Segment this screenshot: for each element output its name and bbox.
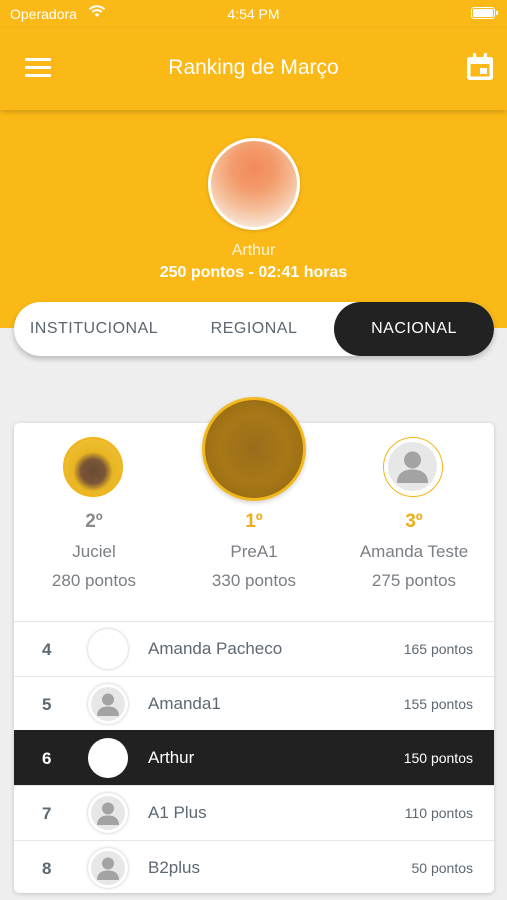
tab-regional[interactable]: REGIONAL [174, 302, 334, 356]
podium-second[interactable]: 2º Juciel 280 pontos [14, 423, 174, 621]
rank-points: 150 pontos [403, 750, 473, 767]
podium-name: Amanda Teste [359, 542, 469, 561]
ranking-row[interactable]: 8 B2plus 50 pontos [14, 839, 494, 895]
profile-header: Arthur 250 pontos - 02:41 horas [0, 110, 507, 328]
podium-name: PreA1 [230, 542, 278, 561]
rank-position: 6 [42, 749, 52, 769]
avatar [88, 683, 128, 724]
rank-points: 155 pontos [403, 695, 473, 712]
calendar-icon[interactable] [465, 52, 495, 82]
podium-place: 2º [85, 511, 103, 532]
avatar [88, 738, 128, 779]
avatar [88, 847, 128, 888]
ranking-row[interactable]: 7 A1 Plus 110 pontos [14, 785, 494, 840]
rank-name: A1 Plus [148, 803, 207, 823]
app-bar: Ranking de Março [0, 28, 507, 110]
rank-name: Amanda Pacheco [148, 639, 283, 658]
user-name: Arthur [231, 242, 276, 259]
rank-position: 5 [42, 694, 52, 714]
tab-nacional[interactable]: NACIONAL [334, 302, 494, 356]
podium-points: 275 pontos [371, 571, 457, 590]
podium-points: 330 pontos [211, 571, 297, 590]
rank-name: Amanda1 [148, 693, 221, 713]
rank-name: Arthur [148, 748, 195, 768]
person-icon [397, 451, 428, 483]
ranking-card: 2º Juciel 280 pontos 1º PreA1 330 pontos… [14, 397, 494, 894]
person-icon [97, 802, 119, 826]
avatar [63, 437, 123, 497]
ranking-row-current-user[interactable]: 6 Arthur 150 pontos [14, 730, 494, 786]
avatar [383, 437, 443, 497]
ranking-list: 4 Amanda Pacheco 165 pontos 5 Amanda1 15… [14, 621, 494, 894]
ranking-row[interactable]: 5 Amanda1 155 pontos [14, 675, 494, 731]
podium: 2º Juciel 280 pontos 1º PreA1 330 pontos… [14, 397, 494, 621]
rank-points: 165 pontos [403, 641, 473, 657]
status-time: 4:54 PM [227, 6, 280, 22]
podium-name: Juciel [72, 542, 116, 561]
podium-points: 280 pontos [51, 571, 137, 590]
battery-icon [471, 7, 498, 19]
tab-institucional[interactable]: INSTITUCIONAL [14, 302, 174, 356]
avatar [88, 629, 128, 669]
podium-third[interactable]: 3º Amanda Teste 275 pontos [334, 423, 494, 621]
avatar [88, 793, 128, 834]
user-avatar[interactable] [208, 138, 300, 230]
rank-points: 110 pontos [404, 805, 473, 822]
rank-position: 4 [42, 640, 52, 659]
podium-place: 3º [405, 511, 423, 532]
avatar [202, 397, 306, 501]
rank-position: 7 [42, 804, 52, 824]
rank-name: B2plus [148, 857, 200, 877]
ranking-scope-tabs: INSTITUCIONAL REGIONAL NACIONAL [14, 302, 494, 356]
person-icon [97, 693, 119, 716]
user-stats: 250 pontos - 02:41 horas [159, 264, 348, 281]
person-icon [97, 857, 119, 880]
status-bar: Operadora 4:54 PM [0, 0, 507, 28]
rank-points: 50 pontos [411, 859, 474, 876]
ranking-row[interactable]: 4 Amanda Pacheco 165 pontos [14, 621, 494, 676]
podium-place: 1º [245, 511, 263, 532]
podium-first[interactable]: 1º PreA1 330 pontos [174, 397, 334, 621]
rank-position: 8 [42, 858, 52, 878]
page-title: Ranking de Março [168, 56, 339, 79]
